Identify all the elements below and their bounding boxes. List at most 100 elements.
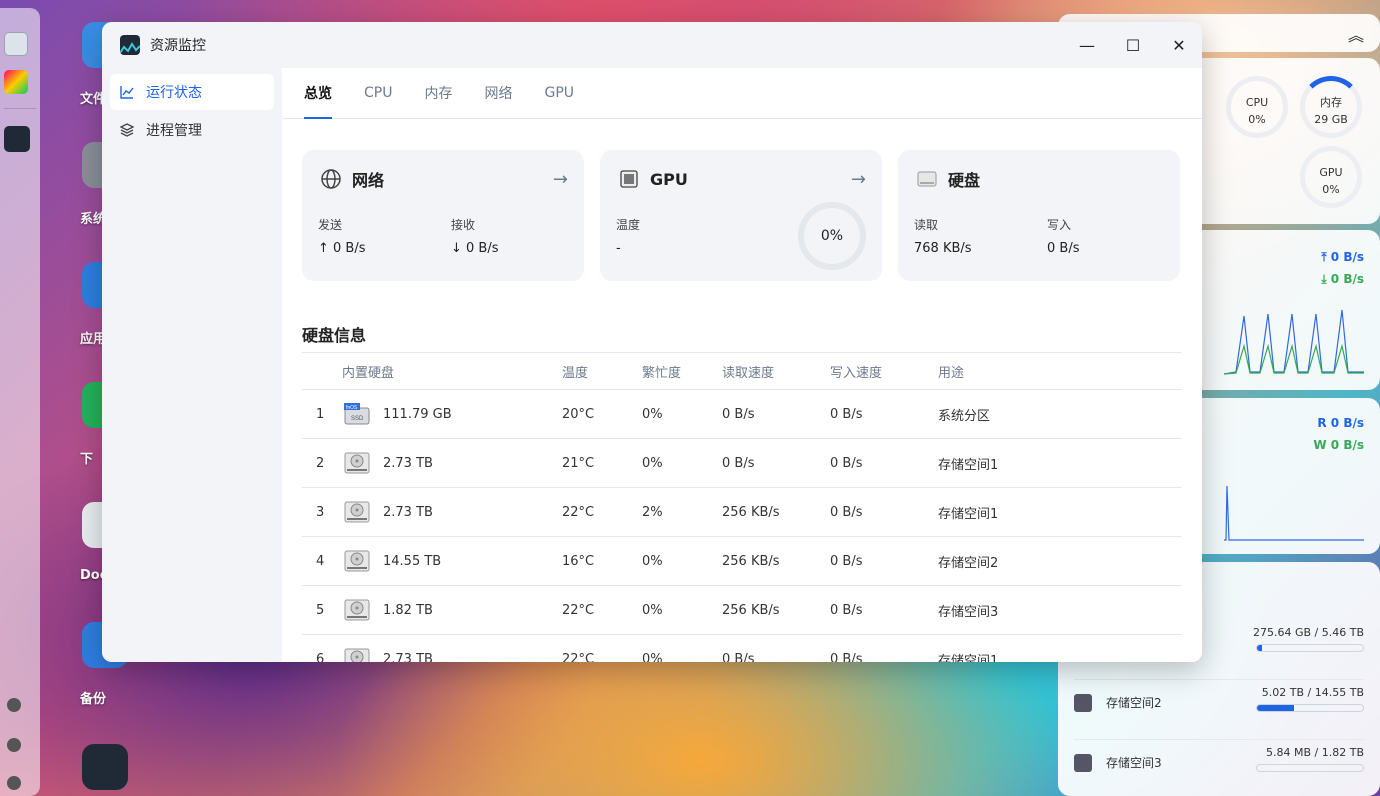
disk-busy: 0% bbox=[642, 585, 722, 635]
tab-cpu[interactable]: CPU bbox=[364, 68, 392, 118]
col-read: 读取速度 bbox=[722, 352, 830, 390]
send-value: ↑ 0 B/s bbox=[318, 241, 366, 256]
disk-index: 6 bbox=[302, 634, 342, 662]
disk-use: 存储空间2 bbox=[938, 536, 1182, 586]
tab-network[interactable]: 网络 bbox=[484, 68, 512, 118]
storage-progress bbox=[1256, 644, 1364, 652]
sidebar-item-processes[interactable]: 进程管理 bbox=[110, 112, 274, 148]
gpu-card[interactable]: GPU → 温度 - 0% bbox=[600, 150, 882, 281]
table-row[interactable]: 2 2.73 TB 21°C 0% 0 B/s 0 B/s 存储空间1 bbox=[302, 438, 1182, 488]
disk-use: 存储空间1 bbox=[938, 487, 1182, 537]
disk-write: 0 B/s bbox=[830, 438, 938, 488]
disk-busy: 0% bbox=[642, 634, 722, 662]
notification-bell-icon[interactable] bbox=[7, 738, 21, 752]
disk-size: 2.73 TB bbox=[383, 504, 433, 520]
table-row[interactable]: 3 2.73 TB 22°C 2% 256 KB/s 0 B/s 存储空间1 bbox=[302, 487, 1182, 537]
hdd-icon bbox=[344, 599, 370, 621]
disk-size: 1.82 TB bbox=[383, 602, 433, 618]
sidebar-item-status[interactable]: 运行状态 bbox=[110, 74, 274, 110]
disk-table-header: 内置硬盘 温度 繁忙度 读取速度 写入速度 用途 bbox=[302, 352, 1182, 390]
minimize-button[interactable]: — bbox=[1064, 22, 1110, 68]
cpu-ring-label: CPU bbox=[1245, 96, 1269, 109]
layers-icon bbox=[120, 123, 136, 137]
mem-ring: 内存 29 GB bbox=[1300, 76, 1362, 138]
settings-dock-icon[interactable] bbox=[7, 698, 21, 712]
disk-size: 2.73 TB bbox=[383, 651, 433, 663]
disk-index: 2 bbox=[302, 438, 342, 488]
temp-label: 温度 bbox=[616, 218, 641, 232]
svg-text:SSD: SSD bbox=[351, 416, 364, 422]
arrow-right-icon[interactable]: → bbox=[553, 169, 568, 190]
collapse-chevron-icon[interactable]: ︽ bbox=[1348, 22, 1364, 46]
apps-grid-icon[interactable] bbox=[4, 70, 28, 94]
storage-cube-icon bbox=[1074, 694, 1092, 712]
table-row[interactable]: 4 14.55 TB 16°C 0% 256 KB/s 0 B/s 存储空间2 bbox=[302, 536, 1182, 586]
disk-read: 0 B/s bbox=[722, 389, 830, 439]
storage-row: 存储空间2 5.02 TB / 14.55 TB bbox=[1058, 680, 1380, 740]
temp-value: - bbox=[616, 241, 621, 256]
storage-total: 1.82 TB bbox=[1321, 746, 1364, 759]
resource-monitor-app-icon bbox=[82, 744, 128, 790]
sidebar: 运行状态 进程管理 bbox=[102, 68, 282, 662]
disk-read-value: R 0 B/s bbox=[1317, 416, 1364, 430]
disk-use: 存储空间1 bbox=[938, 438, 1182, 488]
hdd-icon bbox=[344, 648, 370, 662]
storage-usage-text: 5.84 MB / 1.82 TB bbox=[1266, 746, 1364, 759]
title-bar: 资源监控 — ☐ ✕ bbox=[102, 22, 1202, 68]
resource-monitor-desktop-icon[interactable] bbox=[80, 744, 130, 790]
table-row[interactable]: 1 fnOS SSD 111.79 GB 20°C 0% 0 B/s 0 B/s 系统分区 bbox=[302, 389, 1182, 439]
col-index bbox=[302, 352, 342, 390]
maximize-button[interactable]: ☐ bbox=[1110, 22, 1156, 68]
write-value: 0 B/s bbox=[1047, 241, 1080, 256]
disk-read: 0 B/s bbox=[722, 634, 830, 662]
disk-write: 0 B/s bbox=[830, 585, 938, 635]
disk-temp: 16°C bbox=[562, 536, 642, 586]
hdd-icon bbox=[344, 550, 370, 572]
storage-cube-icon bbox=[1074, 754, 1092, 772]
storage-used: 275.64 GB bbox=[1252, 626, 1312, 639]
resource-monitor-dock-icon[interactable] bbox=[4, 126, 30, 152]
disk-write: 0 B/s bbox=[830, 634, 938, 662]
resource-monitor-window: 资源监控 — ☐ ✕ 运行状态 进程管理 总览 CPU 内存 网络 GPU 网络… bbox=[102, 22, 1202, 662]
storage-name: 存储空间3 bbox=[1106, 756, 1162, 770]
storage-progress-fill bbox=[1257, 705, 1295, 711]
disk-sparkline bbox=[1224, 485, 1364, 541]
hard-disk-icon bbox=[914, 166, 940, 192]
disk-size: 2.73 TB bbox=[383, 455, 433, 471]
gpu-ring-widget: GPU 0% bbox=[1300, 146, 1362, 208]
tab-gpu[interactable]: GPU bbox=[544, 68, 574, 118]
disk-info-title: 硬盘信息 bbox=[302, 326, 367, 345]
close-button[interactable]: ✕ bbox=[1156, 22, 1202, 68]
table-row[interactable]: 6 2.73 TB 22°C 0% 0 B/s 0 B/s 存储空间1 bbox=[302, 634, 1182, 663]
dock bbox=[0, 8, 40, 796]
gpu-widget-value: 0% bbox=[1322, 183, 1340, 196]
sidebar-item-label: 运行状态 bbox=[146, 85, 202, 101]
storage-progress bbox=[1256, 764, 1364, 772]
monitor-icon[interactable] bbox=[4, 32, 28, 56]
disk-write: 0 B/s bbox=[830, 536, 938, 586]
disk-table: 内置硬盘 温度 繁忙度 读取速度 写入速度 用途 1 fnOS SSD 111.79 … bbox=[302, 352, 1182, 662]
resource-monitor-app-icon bbox=[120, 35, 140, 55]
storage-total: 14.55 TB bbox=[1314, 686, 1364, 699]
storage-progress bbox=[1256, 704, 1364, 712]
network-card-title: 网络 bbox=[352, 171, 385, 190]
cpu-ring: CPU 0% bbox=[1226, 76, 1288, 138]
user-icon[interactable] bbox=[7, 776, 21, 790]
hdd-icon bbox=[344, 452, 370, 474]
disk-index: 1 bbox=[302, 389, 342, 439]
table-row[interactable]: 5 1.82 TB 22°C 0% 256 KB/s 0 B/s 存储空间3 bbox=[302, 585, 1182, 635]
network-card[interactable]: 网络 → 发送 ↑ 0 B/s 接收 ↓ 0 B/s bbox=[302, 150, 584, 281]
mem-ring-label: 内存 bbox=[1320, 96, 1342, 109]
arrow-right-icon[interactable]: → bbox=[851, 169, 866, 190]
disk-read: 256 KB/s bbox=[722, 536, 830, 586]
hdd-icon bbox=[344, 501, 370, 523]
disk-index: 4 bbox=[302, 536, 342, 586]
tab-memory[interactable]: 内存 bbox=[424, 68, 452, 118]
gpu-usage-value: 0% bbox=[820, 228, 844, 244]
write-label: 写入 bbox=[1047, 218, 1072, 232]
tab-overview[interactable]: 总览 bbox=[304, 68, 332, 119]
disk-read: 0 B/s bbox=[722, 438, 830, 488]
mem-ring-value: 29 GB bbox=[1314, 113, 1348, 126]
cpu-ring-value: 0% bbox=[1248, 113, 1266, 126]
storage-total: 5.46 TB bbox=[1321, 626, 1364, 639]
